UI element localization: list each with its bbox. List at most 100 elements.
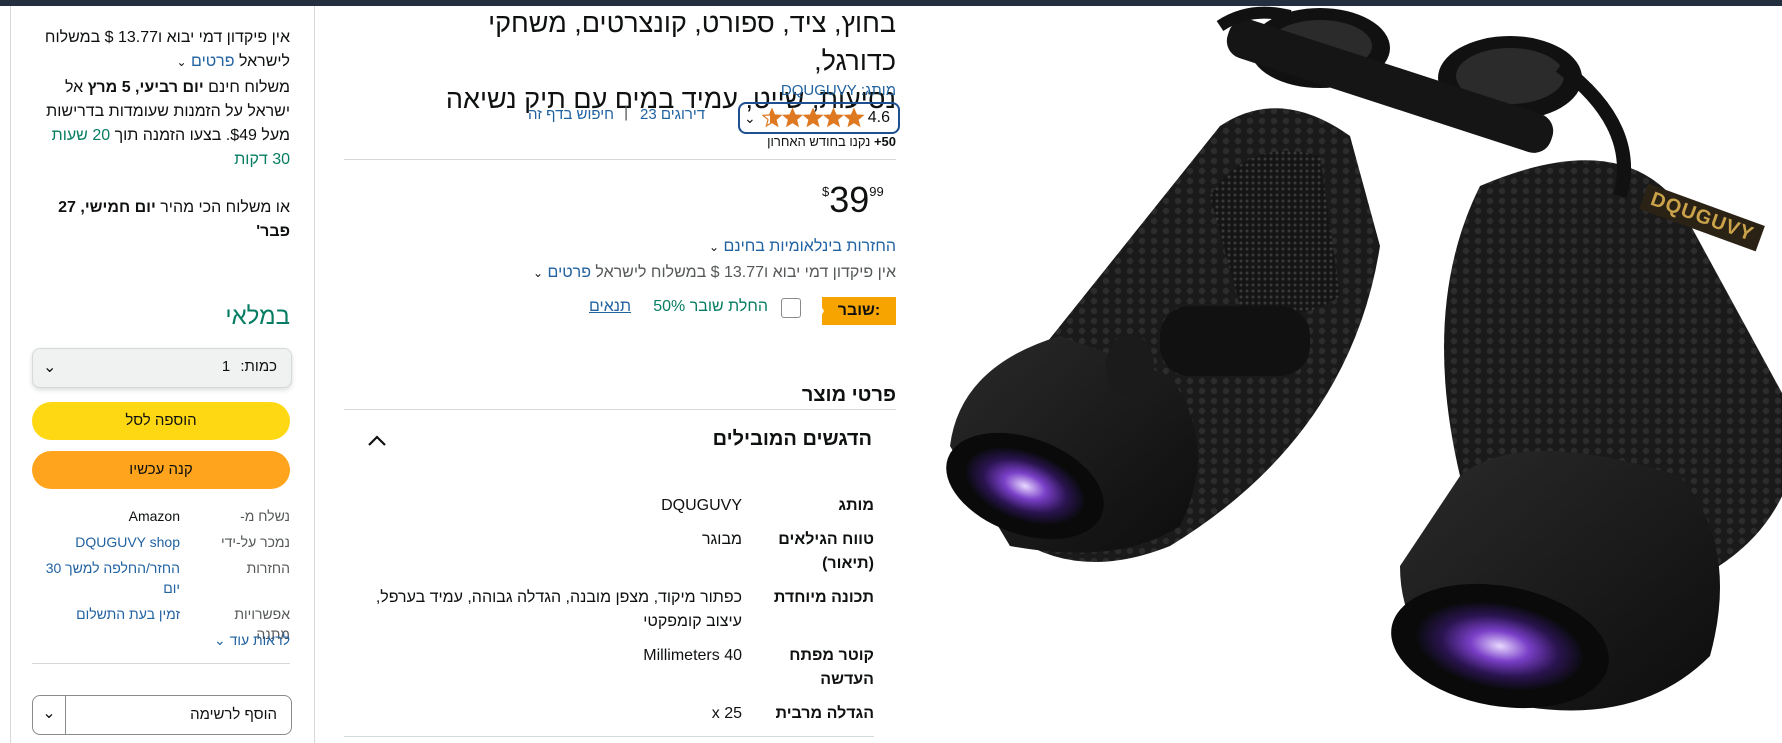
gift-options-link[interactable]: זמין בעת התשלום	[32, 604, 180, 624]
coupon-checkbox[interactable]	[781, 298, 801, 318]
quantity-display: כמות: 1	[222, 358, 277, 375]
buybox-divider	[32, 663, 290, 664]
returns-label: החזרות	[246, 560, 290, 576]
import-fees-line2: לישראל פרטים ⌄	[32, 50, 290, 74]
international-returns-label: החזרות בינלאומיות בחינם	[723, 238, 897, 255]
spec-row: מותג DQUGUVY	[344, 494, 874, 522]
price-whole: 39	[829, 179, 870, 220]
delivery-countdown-minutes: 30 דקות	[234, 151, 290, 168]
returns-line1: החזר/החלפה למשך 30	[45, 560, 180, 576]
chevron-down-icon: ⌄	[744, 110, 756, 126]
ships-from-value: Amazon	[128, 508, 180, 524]
spec-label-special-feature: תכונה מיוחדת	[773, 589, 874, 606]
returns-line2: יום	[163, 580, 180, 596]
star-icon	[802, 108, 824, 128]
returns-link[interactable]: החזר/החלפה למשך 30 יום	[32, 558, 180, 598]
ratings-count-link[interactable]: 23 דירוגים	[640, 106, 705, 123]
quantity-selector[interactable]: ⌄ כמות: 1	[32, 348, 292, 388]
price-symbol: $	[822, 184, 830, 199]
spec-value-aperture: 40 Millimeters	[643, 647, 742, 664]
add-to-list-label: הוסף לרשימה	[190, 706, 277, 723]
sold-by-link[interactable]: DQUGUVY shop	[32, 532, 180, 552]
fastest-delivery: או משלוח הכי מהיר יום חמישי, 27 פבר'	[32, 196, 290, 244]
fastest-label: או משלוח הכי מהיר	[160, 199, 290, 216]
spec-label-aperture: קוטר מפתח העדשה	[754, 644, 874, 692]
brand-byline: מותג: DQUGUVY	[600, 80, 896, 102]
coupon-badge: שובר:	[822, 297, 896, 325]
title-line1: בחוץ, ציד, ספורט, קונצרטים, משחקי כדורגל…	[488, 8, 896, 76]
chevron-up-icon	[368, 435, 386, 446]
delivery-order-within: מעל $49. בצעו הזמנה תוך	[114, 127, 290, 144]
quantity-label: כמות:	[240, 358, 277, 375]
see-more-label: לראות עוד	[229, 632, 290, 648]
star-icon	[781, 108, 804, 128]
spec-label-line: העדשה	[820, 671, 874, 688]
product-image[interactable]: DQUGUVY	[920, 6, 1782, 743]
search-page-link[interactable]: חיפוש בדף זה	[518, 106, 614, 123]
chevron-down-icon[interactable]: ⌄	[533, 266, 543, 280]
delivery-line2: ישראל על הזמנות שעומדות בדרישות	[46, 103, 290, 120]
import-fees-text: אין פיקדון דמי יבוא ו13.77 $ במשלוח לישר…	[595, 264, 896, 281]
fastest-date: יום חמישי, 27	[58, 199, 156, 216]
spec-row: תכונה מיוחדת כפתור מיקוד, מצפן מובנה, הג…	[344, 586, 874, 638]
spec-value-line: כפתור מיקוד, מצפן מובנה, הגדלה גבוהה, עמ…	[375, 589, 742, 606]
spec-row: קוטר מפתח העדשה 40 Millimeters	[344, 644, 874, 696]
sold-by-label: נמכר על-ידי	[220, 534, 290, 550]
delivery-message: משלוח חינם יום רביעי, 5 מרץ אל ישראל על …	[32, 76, 290, 172]
chevron-down-icon: ⌄	[708, 240, 720, 254]
bought-past-month: 50+ נקנו בחודש האחרון	[700, 134, 896, 149]
spec-value-brand: DQUGUVY	[661, 497, 742, 514]
brand-store-link[interactable]: DQUGUVY	[781, 82, 857, 99]
chevron-down-icon[interactable]: ⌄	[177, 55, 187, 69]
rating-separator: |	[624, 104, 629, 121]
spec-label-brand: מותג	[838, 497, 874, 514]
chevron-down-icon: ⌄	[42, 705, 56, 722]
buy-now-button[interactable]: קנה עכשיו	[32, 451, 290, 489]
spec-row: הגדלה מרבית 25 x	[344, 702, 874, 730]
delivery-countdown-hours: 20 שעות	[51, 127, 111, 144]
coupon-apply-label[interactable]: החלת שובר 50%	[640, 298, 768, 316]
import-fees-line1: אין פיקדון דמי יבוא ו13.77 $ במשלוח	[44, 29, 290, 46]
spec-label-line: (תיאור)	[822, 555, 874, 572]
spec-value-line: עיצוב קומפקטי	[643, 613, 742, 630]
chevron-down-icon: ⌄	[43, 359, 57, 376]
see-more-toggle[interactable]: ⌄ לראות עוד	[198, 630, 290, 650]
fastest-line1: או משלוח הכי מהיר יום חמישי, 27	[32, 196, 290, 220]
chevron-down-icon: ⌄	[213, 632, 226, 648]
binoculars-image	[946, 6, 1782, 711]
title-divider	[344, 159, 896, 160]
international-returns[interactable]: החזרות בינלאומיות בחינם ⌄	[600, 238, 896, 256]
collapse-highlights-button[interactable]	[366, 430, 388, 452]
rating-value: 4.6	[867, 109, 890, 126]
star-icon	[843, 108, 865, 128]
add-to-list-button[interactable]: ⌄ הוסף לרשימה	[32, 695, 292, 735]
specs-bottom-divider	[344, 736, 874, 737]
spec-value-special-feature: כפתור מיקוד, מצפן מובנה, הגדלה גבוהה, עמ…	[344, 586, 742, 634]
highlights-heading: הדגשים המובילים	[712, 428, 872, 450]
coupon-terms-link[interactable]: תנאים	[589, 298, 631, 316]
import-fees-country: לישראל	[238, 53, 290, 70]
spec-label-magnification: הגדלה מרבית	[775, 705, 874, 722]
bought-label: נקנו בחודש האחרון	[767, 134, 871, 149]
spec-value-magnification: 25 x	[711, 705, 742, 722]
spec-value-age-range: מבוגר	[701, 531, 742, 548]
quantity-value: 1	[221, 358, 231, 375]
brand-prefix: מותג:	[860, 82, 896, 99]
star-rating-graphic	[762, 108, 865, 128]
delivery-line1: משלוח חינם יום רביעי, 5 מרץ אל	[32, 76, 290, 100]
add-to-cart-button[interactable]: הוספה לסל	[32, 402, 290, 440]
list-dropdown-toggle[interactable]: ⌄	[33, 696, 66, 734]
buybox-import-fees: אין פיקדון דמי יבוא ו13.77 $ במשלוח לישר…	[32, 26, 290, 74]
import-fees-info: אין פיקדון דמי יבוא ו13.77 $ במשלוח לישר…	[480, 264, 896, 282]
details-divider	[344, 409, 896, 410]
spec-label-line: טווח הגילאים	[778, 531, 874, 548]
fastest-date-month: פבר'	[256, 223, 290, 240]
rating-popover-trigger[interactable]: ⌄ 4.6	[738, 102, 900, 134]
import-fees-details-link[interactable]: פרטים	[548, 264, 591, 281]
spec-label-line: קוטר מפתח	[789, 647, 874, 664]
stock-status: במלאי	[225, 303, 290, 330]
ships-from-label: נשלח מ-	[240, 508, 290, 524]
bought-count: 50+	[873, 134, 896, 149]
import-details-link[interactable]: פרטים	[191, 53, 234, 70]
delivery-line3: מעל $49. בצעו הזמנה תוך 20 שעות	[32, 124, 290, 148]
